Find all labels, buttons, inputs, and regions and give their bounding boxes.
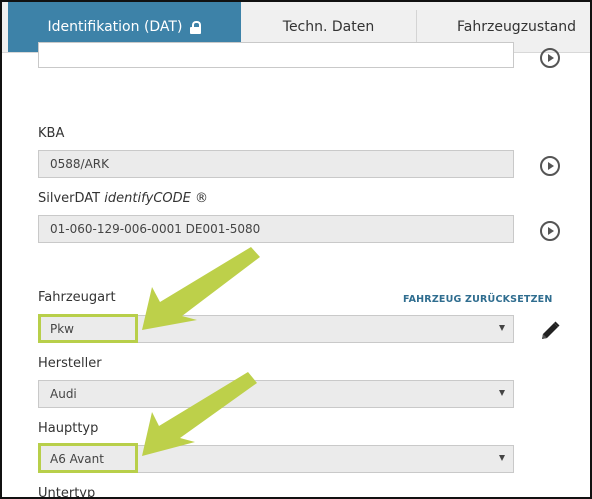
play-circle-icon[interactable] <box>540 156 560 176</box>
previous-field[interactable] <box>38 42 514 68</box>
hersteller-label: Hersteller <box>38 356 102 371</box>
hersteller-select[interactable]: Audi <box>38 380 514 408</box>
lock-icon <box>190 20 202 34</box>
untertyp-label: Untertyp <box>38 486 96 499</box>
caret-down-icon <box>499 455 505 461</box>
reset-vehicle-link[interactable]: FAHRZEUG ZURÜCKSETZEN <box>403 294 553 305</box>
window-frame: Identifikation (DAT) Techn. Daten Fahrze… <box>0 0 592 499</box>
fahrzeugart-highlight <box>38 314 138 343</box>
caret-down-icon <box>499 390 505 396</box>
silverdat-value: 01-060-129-006-0001 DE001-5080 <box>50 222 261 236</box>
pencil-icon[interactable] <box>539 320 561 342</box>
play-circle-icon[interactable] <box>540 221 560 241</box>
silverdat-field: 01-060-129-006-0001 DE001-5080 <box>38 215 514 243</box>
kba-label: KBA <box>38 126 65 141</box>
tab-identifikation-label: Identifikation (DAT) <box>47 19 183 35</box>
tab-techn-daten-label: Techn. Daten <box>282 19 375 35</box>
hersteller-value: Audi <box>50 387 77 401</box>
silverdat-label: SilverDAT identifyCODE ® <box>38 191 209 206</box>
play-circle-icon[interactable] <box>540 48 560 68</box>
kba-field: 0588/ARK <box>38 150 514 178</box>
fahrzeugart-label: Fahrzeugart <box>38 290 116 305</box>
tab-fahrzeugzustand-label: Fahrzeugzustand <box>457 19 577 35</box>
caret-down-icon <box>499 325 505 331</box>
haupttyp-label: Haupttyp <box>38 421 99 436</box>
kba-value: 0588/ARK <box>50 157 109 171</box>
haupttyp-highlight <box>38 443 138 473</box>
